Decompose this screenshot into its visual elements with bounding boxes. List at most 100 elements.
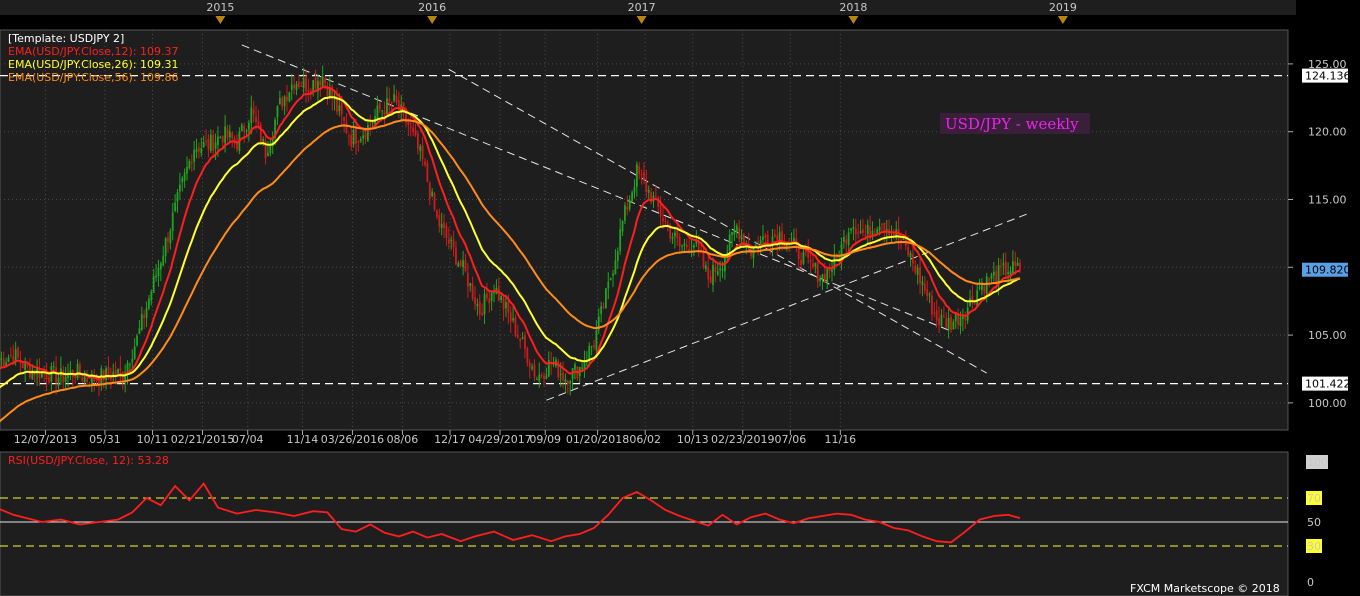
candle-body[interactable]	[469, 282, 472, 286]
year-marker-icon[interactable]	[848, 16, 859, 24]
candle-body[interactable]	[990, 274, 993, 279]
candle-body[interactable]	[624, 205, 626, 221]
candle-body[interactable]	[290, 84, 293, 91]
candle-body[interactable]	[885, 229, 888, 231]
candle-body[interactable]	[340, 102, 343, 115]
candle-body[interactable]	[371, 122, 374, 124]
candle-body[interactable]	[359, 139, 362, 142]
candle-body[interactable]	[721, 269, 724, 271]
candle-body[interactable]	[395, 95, 398, 103]
candle-body[interactable]	[336, 98, 338, 112]
candle-body[interactable]	[821, 274, 824, 280]
candle-body[interactable]	[283, 96, 286, 107]
candle-body[interactable]	[352, 129, 355, 145]
candle-body[interactable]	[728, 234, 731, 251]
candle-body[interactable]	[973, 303, 976, 305]
candle-body[interactable]	[57, 377, 60, 386]
candle-body[interactable]	[376, 105, 379, 119]
candle-body[interactable]	[224, 126, 226, 144]
candle-body[interactable]	[764, 234, 767, 238]
candle-body[interactable]	[174, 202, 177, 212]
candle-body[interactable]	[600, 306, 603, 314]
candle-body[interactable]	[243, 126, 246, 132]
candle-body[interactable]	[145, 307, 148, 318]
candle-body[interactable]	[440, 224, 443, 229]
candle-body[interactable]	[345, 122, 348, 133]
candle-body[interactable]	[831, 269, 833, 272]
candle-body[interactable]	[1002, 263, 1005, 266]
candle-body[interactable]	[659, 204, 662, 217]
candle-body[interactable]	[543, 375, 545, 379]
candle-body[interactable]	[1014, 261, 1017, 266]
candle-body[interactable]	[0, 358, 3, 360]
candle-body[interactable]	[826, 268, 829, 284]
candle-body[interactable]	[662, 218, 664, 222]
candle-body[interactable]	[878, 226, 881, 231]
candle-body[interactable]	[1019, 262, 1021, 270]
candle-body[interactable]	[988, 278, 990, 282]
candle-body[interactable]	[1016, 262, 1019, 266]
candle-body[interactable]	[300, 85, 303, 87]
candle-body[interactable]	[129, 363, 131, 365]
candle-body[interactable]	[535, 378, 538, 380]
candle-body[interactable]	[664, 221, 667, 223]
candle-body[interactable]	[626, 206, 629, 211]
candle-body[interactable]	[188, 160, 191, 169]
candle-body[interactable]	[386, 98, 388, 115]
candle-body[interactable]	[800, 259, 802, 266]
candle-body[interactable]	[773, 234, 776, 237]
candle-body[interactable]	[1007, 272, 1010, 275]
candle-body[interactable]	[69, 370, 72, 372]
candle-body[interactable]	[931, 295, 933, 315]
year-marker-icon[interactable]	[215, 16, 226, 24]
candle-body[interactable]	[367, 125, 369, 142]
candle-body[interactable]	[217, 136, 219, 146]
candle-body[interactable]	[631, 192, 633, 202]
candle-body[interactable]	[809, 260, 812, 262]
candle-body[interactable]	[462, 260, 464, 268]
candle-body[interactable]	[459, 260, 462, 266]
candle-body[interactable]	[850, 228, 852, 231]
candle-body[interactable]	[167, 237, 169, 242]
candle-body[interactable]	[823, 273, 826, 283]
candle-body[interactable]	[716, 271, 719, 275]
candle-body[interactable]	[466, 272, 469, 287]
candle-body[interactable]	[881, 224, 883, 226]
candle-body[interactable]	[176, 192, 179, 202]
candle-body[interactable]	[647, 189, 650, 193]
candle-body[interactable]	[521, 337, 524, 340]
candle-body[interactable]	[740, 235, 743, 240]
candle-body[interactable]	[531, 366, 534, 369]
candle-body[interactable]	[64, 376, 67, 382]
candle-body[interactable]	[250, 107, 253, 124]
candle-body[interactable]	[436, 210, 438, 217]
candle-body[interactable]	[978, 287, 981, 289]
candle-body[interactable]	[293, 85, 296, 89]
candle-body[interactable]	[105, 368, 107, 380]
candle-body[interactable]	[559, 373, 562, 375]
candle-body[interactable]	[864, 235, 867, 237]
candle-body[interactable]	[602, 306, 605, 308]
candle-body[interactable]	[245, 130, 248, 132]
candle-body[interactable]	[407, 121, 410, 125]
candle-body[interactable]	[83, 376, 86, 383]
candle-body[interactable]	[857, 232, 860, 234]
candle-body[interactable]	[390, 101, 393, 104]
candle-body[interactable]	[964, 317, 967, 321]
candle-body[interactable]	[155, 275, 157, 278]
candle-body[interactable]	[267, 152, 269, 157]
candle-body[interactable]	[509, 312, 512, 322]
candle-body[interactable]	[7, 357, 10, 363]
candle-body[interactable]	[852, 226, 855, 229]
candle-body[interactable]	[538, 374, 541, 382]
candle-body[interactable]	[616, 251, 619, 262]
candle-body[interactable]	[693, 245, 695, 248]
candle-body[interactable]	[195, 149, 198, 152]
candle-body[interactable]	[607, 281, 610, 289]
candle-body[interactable]	[181, 178, 184, 183]
candle-body[interactable]	[81, 377, 84, 381]
candle-body[interactable]	[862, 229, 864, 233]
candle-body[interactable]	[214, 142, 217, 149]
candle-body[interactable]	[212, 134, 215, 151]
candle-body[interactable]	[909, 253, 912, 258]
